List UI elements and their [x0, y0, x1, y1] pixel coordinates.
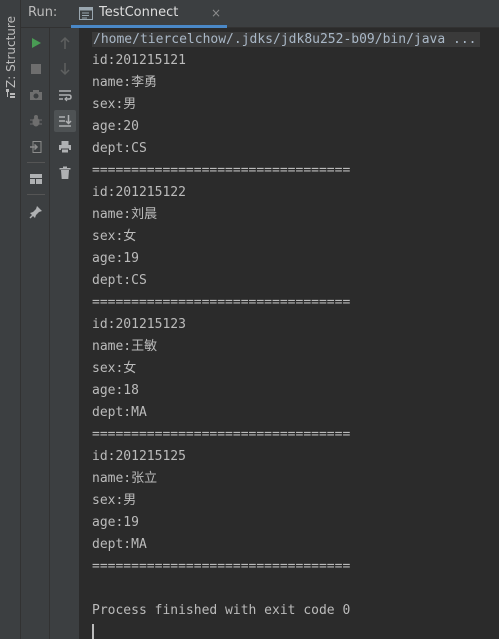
camera-icon: [30, 90, 42, 100]
console-output[interactable]: /home/tiercelchow/.jdks/jdk8u252-b09/bin…: [80, 28, 499, 639]
stop-button[interactable]: [25, 58, 47, 80]
previous-occurrence-button[interactable]: [54, 32, 76, 54]
tab-title: TestConnect: [99, 5, 179, 20]
run-icon: [32, 38, 41, 48]
console-line: dept:CS: [92, 141, 147, 156]
console-line: sex:女: [92, 361, 137, 376]
print-icon: [59, 141, 71, 154]
console-line: =================================: [92, 559, 351, 574]
clear-all-button[interactable]: [54, 162, 76, 184]
dump-threads-button[interactable]: [25, 84, 47, 106]
console-line: Process finished with exit code 0: [92, 603, 351, 618]
debug-bug-icon: [30, 115, 42, 127]
exit-button[interactable]: [25, 136, 47, 158]
soft-wrap-button[interactable]: [54, 84, 76, 106]
console-line: dept:MA: [92, 537, 147, 552]
rerun-button[interactable]: [25, 32, 47, 54]
console-line: id:201215121: [92, 53, 186, 68]
toolbar-separator: [27, 194, 45, 195]
structure-tool-tab[interactable]: Z: Structure: [0, 6, 21, 98]
console-line: dept:CS: [92, 273, 147, 288]
console-line: name:王敏: [92, 339, 158, 354]
console-line: =================================: [92, 163, 351, 178]
command-line[interactable]: /home/tiercelchow/.jdks/jdk8u252-b09/bin…: [92, 30, 480, 50]
console-line: id:201215125: [92, 449, 186, 464]
exit-icon: [30, 141, 42, 153]
side-tool-strip: Z: Structure: [0, 0, 21, 639]
console-line: age:18: [92, 383, 139, 398]
console-line: age:20: [92, 119, 139, 134]
debug-button[interactable]: [25, 110, 47, 132]
arrow-up-icon: [60, 36, 70, 49]
text-cursor: [92, 624, 94, 639]
console-line: age:19: [92, 251, 139, 266]
console-lines: id:201215121 name:李勇 sex:男 age:20 dept:CS ===…: [92, 50, 350, 622]
console-line: =================================: [92, 427, 351, 442]
next-occurrence-button[interactable]: [54, 58, 76, 80]
console-line: age:19: [92, 515, 139, 530]
console-line: id:201215123: [92, 317, 186, 332]
pin-icon: [29, 206, 42, 219]
console-line: id:201215122: [92, 185, 186, 200]
tab-testconnect[interactable]: TestConnect ×: [71, 0, 227, 28]
console-line: =================================: [92, 295, 351, 310]
scroll-to-end-button[interactable]: [54, 110, 76, 132]
print-button[interactable]: [54, 136, 76, 158]
console-line: dept:MA: [92, 405, 147, 420]
run-primary-toolbar: [21, 28, 50, 639]
close-icon[interactable]: ×: [211, 6, 221, 20]
arrow-down-icon: [60, 63, 70, 76]
soft-wrap-icon: [59, 90, 72, 102]
toolbar-separator: [27, 162, 45, 163]
console-line: sex:男: [92, 97, 137, 112]
structure-icon: [6, 89, 15, 98]
structure-tab-label: Z: Structure: [4, 16, 18, 88]
run-tool-window-header: Run: TestConnect ×: [21, 0, 499, 28]
console-line: name:刘晨: [92, 207, 158, 222]
run-label: Run:: [28, 5, 58, 20]
console-line: sex:男: [92, 493, 137, 508]
trash-icon: [59, 166, 71, 179]
layout-icon: [30, 174, 42, 184]
restore-layout-button[interactable]: [25, 168, 47, 190]
command-text: /home/tiercelchow/.jdks/jdk8u252-b09/bin…: [92, 32, 480, 47]
console-line: name:李勇: [92, 75, 158, 90]
console-line: name:张立: [92, 471, 158, 486]
console-tab-icon: [79, 7, 93, 20]
scroll-to-end-icon: [59, 115, 72, 127]
console-toolbar: [50, 28, 80, 639]
stop-icon: [31, 64, 41, 74]
console-line: sex:女: [92, 229, 137, 244]
pin-tab-button[interactable]: [25, 201, 47, 223]
